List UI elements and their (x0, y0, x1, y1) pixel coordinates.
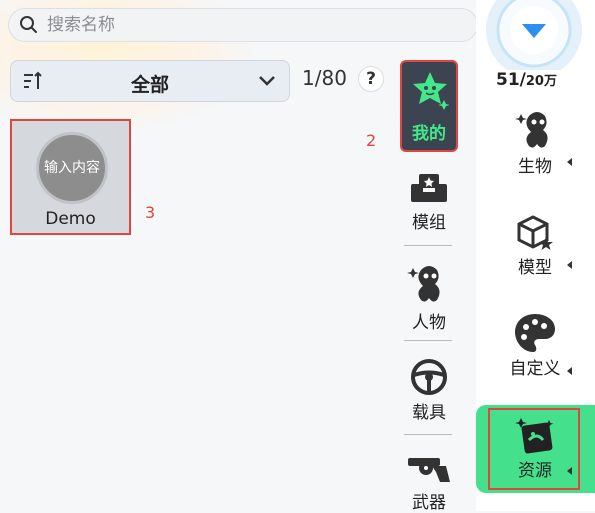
item-card[interactable]: 输入内容 Demo (10, 119, 131, 235)
search-input[interactable] (45, 14, 477, 36)
filter-label: 全部 (130, 74, 169, 96)
category-character[interactable]: 人物 (400, 262, 458, 333)
category-vehicle-label: 载具 (412, 403, 446, 423)
help-button[interactable]: ? (358, 66, 384, 92)
collapse-button[interactable] (480, 0, 586, 70)
resource-count: 51/20万 (496, 70, 557, 90)
revolver-icon (408, 458, 450, 482)
search-icon (20, 16, 37, 33)
bundle-icon (411, 174, 447, 202)
steering-wheel-icon (411, 359, 447, 395)
category-divider (404, 340, 452, 341)
item-name: Demo (45, 209, 96, 229)
page-counter: 1/80 (302, 66, 347, 90)
annotation-3: 3 (145, 203, 156, 222)
star-character-icon (413, 72, 449, 110)
category-vehicle[interactable]: 载具 (400, 358, 458, 423)
category-divider (404, 245, 452, 246)
palette-icon (515, 314, 555, 352)
expand-arrow-icon (567, 467, 572, 475)
expand-arrow-icon (567, 158, 572, 166)
expand-arrow-icon (567, 261, 572, 269)
filter-dropdown[interactable]: 全部 (10, 60, 290, 102)
resource-count-total: 20万 (525, 74, 557, 89)
expand-arrow-icon (567, 367, 572, 375)
nav-custom[interactable]: 自定义 (490, 312, 580, 379)
item-thumbnail: 输入内容 (36, 132, 108, 204)
category-character-label: 人物 (412, 313, 446, 333)
nav-model[interactable]: 模型 (490, 215, 580, 278)
resource-count-used: 51/ (496, 70, 526, 90)
category-weapon[interactable]: 武器 (400, 452, 458, 513)
category-weapon-label: 武器 (412, 493, 446, 513)
category-divider (404, 434, 452, 435)
search-bar[interactable] (8, 8, 478, 42)
cube-icon (517, 215, 553, 250)
creature-icon (515, 112, 548, 148)
resource-icon (515, 418, 554, 454)
tab-mine[interactable]: 我的 (400, 60, 458, 152)
chevron-down-icon (259, 76, 275, 86)
category-bundle[interactable]: 模组 (400, 172, 458, 233)
tab-mine-label: 我的 (412, 124, 446, 144)
annotation-2: 2 (366, 131, 377, 150)
nav-resource[interactable]: 资源 (490, 414, 580, 481)
category-bundle-label: 模组 (412, 213, 446, 233)
nav-creature[interactable]: 生物 (490, 108, 580, 177)
character-icon (407, 266, 440, 302)
